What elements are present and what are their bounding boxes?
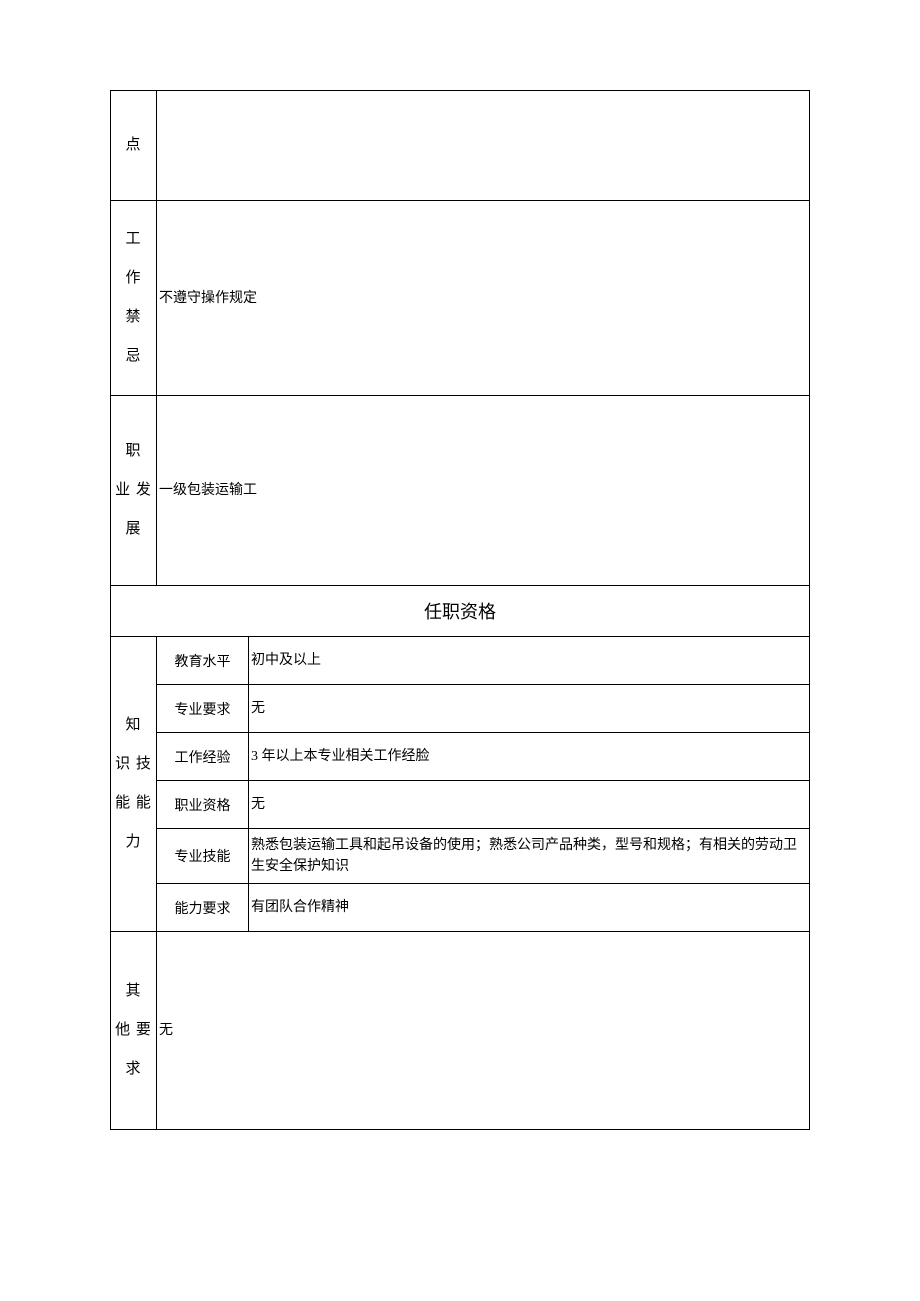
sub-label-skill: 专业技能 bbox=[157, 829, 249, 884]
value-major: 无 bbox=[249, 685, 810, 733]
table-row: 点 bbox=[111, 91, 810, 201]
row-content bbox=[157, 91, 810, 201]
table-row: 职业 发展 一级包装运输工 bbox=[111, 396, 810, 586]
table-row: 专业要求 无 bbox=[111, 685, 810, 733]
sub-label-cert: 职业资格 bbox=[157, 781, 249, 829]
row-label-dian: 点 bbox=[111, 91, 157, 201]
value-exp: 3 年以上本专业相关工作经脸 bbox=[249, 733, 810, 781]
row-content-career: 一级包装运输工 bbox=[157, 396, 810, 586]
table-row: 专业技能 熟悉包装运输工具和起吊设备的使用；熟悉公司产品种类，型号和规格；有相关… bbox=[111, 829, 810, 884]
table-row: 工作禁忌 不遵守操作规定 bbox=[111, 201, 810, 396]
sub-label-edu: 教育水平 bbox=[157, 637, 249, 685]
row-content-taboo: 不遵守操作规定 bbox=[157, 201, 810, 396]
table-row: 其他 要求 无 bbox=[111, 932, 810, 1130]
row-label-knowledge: 知识 技能 能力 bbox=[111, 637, 157, 932]
table-row: 知识 技能 能力 教育水平 初中及以上 bbox=[111, 637, 810, 685]
job-spec-table: 点 工作禁忌 不遵守操作规定 职业 发展 一级包装运输工 任职资格 知识 技能 … bbox=[110, 90, 810, 1130]
table-row: 工作经验 3 年以上本专业相关工作经脸 bbox=[111, 733, 810, 781]
section-header: 任职资格 bbox=[111, 586, 810, 637]
table-row: 能力要求 有团队合作精神 bbox=[111, 884, 810, 932]
sub-label-exp: 工作经验 bbox=[157, 733, 249, 781]
sub-label-major: 专业要求 bbox=[157, 685, 249, 733]
value-edu: 初中及以上 bbox=[249, 637, 810, 685]
sub-label-ability: 能力要求 bbox=[157, 884, 249, 932]
value-other: 无 bbox=[157, 932, 810, 1130]
value-ability: 有团队合作精神 bbox=[249, 884, 810, 932]
value-skill: 熟悉包装运输工具和起吊设备的使用；熟悉公司产品种类，型号和规格；有相关的劳动卫生… bbox=[249, 829, 810, 884]
row-label-taboo: 工作禁忌 bbox=[111, 201, 157, 396]
row-label-other: 其他 要求 bbox=[111, 932, 157, 1130]
row-label-career: 职业 发展 bbox=[111, 396, 157, 586]
section-header-row: 任职资格 bbox=[111, 586, 810, 637]
value-cert: 无 bbox=[249, 781, 810, 829]
table-row: 职业资格 无 bbox=[111, 781, 810, 829]
